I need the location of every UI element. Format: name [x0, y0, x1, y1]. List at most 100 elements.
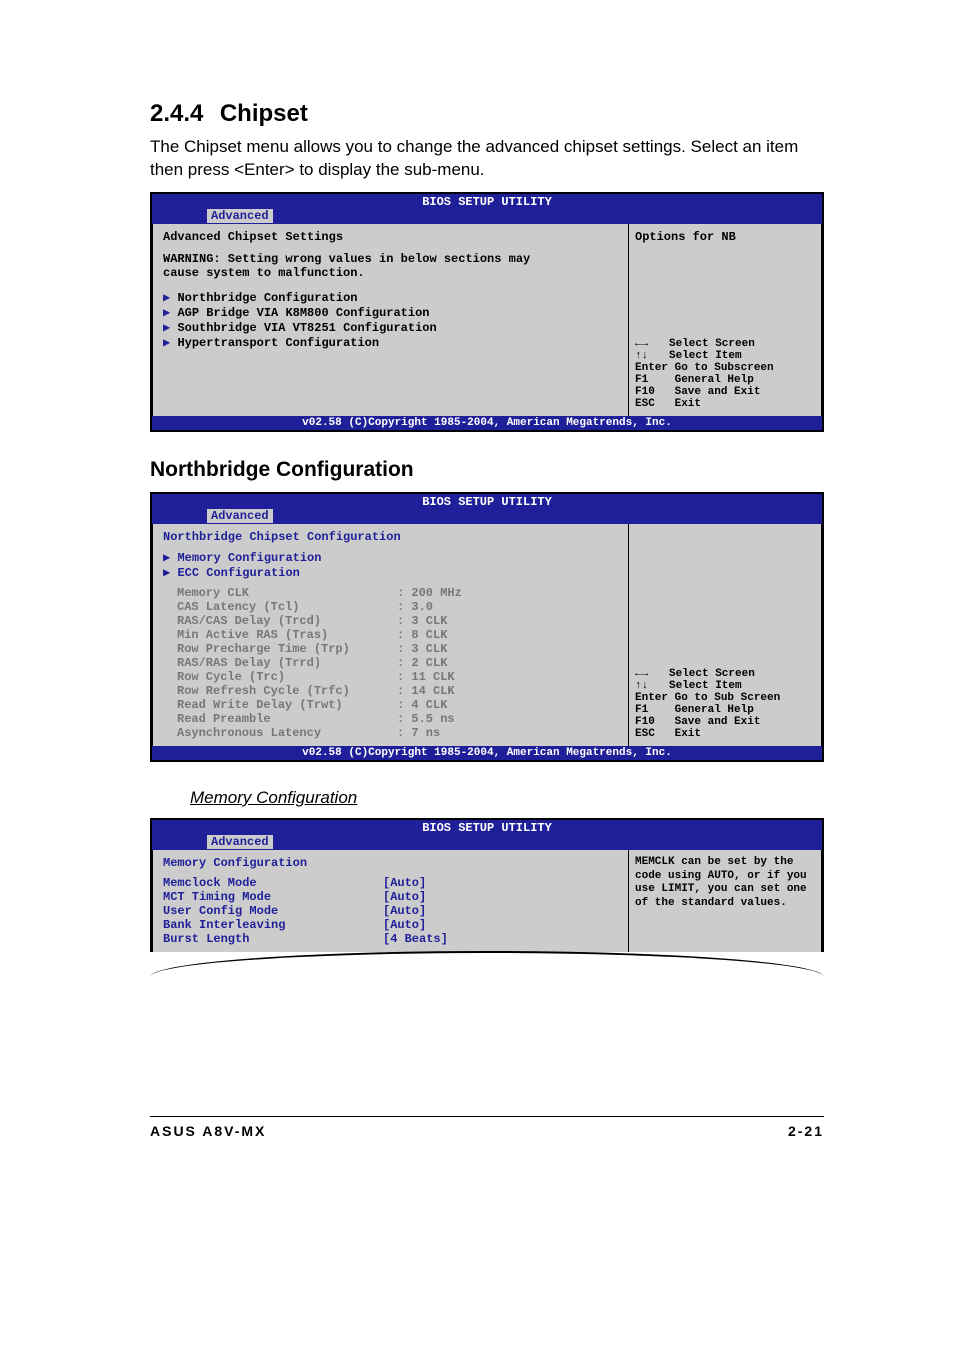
- info-value: : 3.0: [397, 600, 433, 614]
- tab-advanced[interactable]: Advanced: [207, 209, 273, 223]
- info-key: RAS/CAS Delay (Trcd): [163, 614, 397, 628]
- nav-help: ←→Select Screen ↑↓Select Item Enter Go t…: [635, 338, 815, 410]
- info-key: Read Preamble: [163, 712, 397, 726]
- arrow-ud-icon: ↑↓: [635, 680, 669, 692]
- warning-line-2: cause system to malfunction.: [155, 266, 626, 280]
- bios-main-pane: Northbridge Chipset Configuration ▶ Memo…: [152, 524, 629, 746]
- section-number: 2.4.4: [150, 100, 203, 127]
- info-key: Memory CLK: [163, 586, 397, 600]
- info-row: Read Preamble: 5.5 ns: [155, 712, 626, 726]
- setting-row[interactable]: Memclock Mode[Auto]: [155, 876, 626, 890]
- section-title: Chipset: [220, 100, 308, 127]
- info-row: Memory CLK: 200 MHz: [155, 586, 626, 600]
- arrow-lr-icon: ←→: [635, 668, 669, 680]
- info-key: Min Active RAS (Tras): [163, 628, 397, 642]
- nav-help: ←→Select Screen ↑↓Select Item Enter Go t…: [635, 668, 815, 740]
- bios-memory-config-menu: BIOS SETUP UTILITY Advanced Memory Confi…: [150, 818, 824, 952]
- info-value: : 200 MHz: [397, 586, 462, 600]
- submenu-arrow-icon: ▶: [163, 291, 177, 305]
- info-key: CAS Latency (Tcl): [163, 600, 397, 614]
- info-key: Row Refresh Cycle (Trfc): [163, 684, 397, 698]
- info-row: Min Active RAS (Tras): 8 CLK: [155, 628, 626, 642]
- setting-key: Bank Interleaving: [163, 918, 383, 932]
- info-key: Row Precharge Time (Trp): [163, 642, 397, 656]
- help-text: MEMCLK can be set by the code using AUTO…: [635, 856, 815, 911]
- page-footer: ASUS A8V-MX 2-21: [150, 1116, 824, 1139]
- tab-advanced[interactable]: Advanced: [207, 835, 273, 849]
- bios-title: BIOS SETUP UTILITY: [152, 194, 822, 209]
- setting-row[interactable]: User Config Mode[Auto]: [155, 904, 626, 918]
- submenu-arrow-icon: ▶: [163, 566, 177, 580]
- panel-title: Memory Configuration: [155, 856, 626, 870]
- menu-item-northbridge[interactable]: ▶ Northbridge Configuration: [155, 290, 626, 305]
- northbridge-heading: Northbridge Configuration: [150, 458, 824, 482]
- panel-title: Advanced Chipset Settings: [155, 230, 626, 244]
- bios-title: BIOS SETUP UTILITY: [152, 494, 822, 509]
- bios-tabbar: Advanced: [152, 509, 822, 524]
- info-value: : 14 CLK: [397, 684, 455, 698]
- bios-chipset-menu: BIOS SETUP UTILITY Advanced Advanced Chi…: [150, 192, 824, 432]
- setting-row[interactable]: Burst Length[4 Beats]: [155, 932, 626, 946]
- info-key: RAS/RAS Delay (Trrd): [163, 656, 397, 670]
- menu-item-memory-config[interactable]: ▶ Memory Configuration: [155, 550, 626, 565]
- setting-key: Burst Length: [163, 932, 383, 946]
- setting-value: [Auto]: [383, 904, 426, 918]
- bios-copyright: v02.58 (C)Copyright 1985-2004, American …: [152, 416, 822, 430]
- bios-tabbar: Advanced: [152, 209, 822, 224]
- arrow-ud-icon: ↑↓: [635, 350, 669, 362]
- submenu-arrow-icon: ▶: [163, 551, 177, 565]
- bios-main-pane: Memory Configuration Memclock Mode[Auto]…: [152, 850, 629, 952]
- setting-value: [Auto]: [383, 890, 426, 904]
- footer-left: ASUS A8V-MX: [150, 1123, 266, 1139]
- bios-copyright: v02.58 (C)Copyright 1985-2004, American …: [152, 746, 822, 760]
- info-row: Asynchronous Latency: 7 ns: [155, 726, 626, 740]
- page-tear-icon: [150, 952, 824, 976]
- memory-config-heading: Memory Configuration: [190, 788, 824, 808]
- info-value: : 3 CLK: [397, 642, 447, 656]
- info-value: : 8 CLK: [397, 628, 447, 642]
- menu-item-southbridge[interactable]: ▶ Southbridge VIA VT8251 Configuration: [155, 320, 626, 335]
- info-value: : 11 CLK: [397, 670, 455, 684]
- footer-right: 2-21: [788, 1123, 824, 1139]
- setting-value: [Auto]: [383, 876, 426, 890]
- menu-item-hypertransport[interactable]: ▶ Hypertransport Configuration: [155, 335, 626, 350]
- info-value: : 2 CLK: [397, 656, 447, 670]
- setting-key: Memclock Mode: [163, 876, 383, 890]
- arrow-lr-icon: ←→: [635, 338, 669, 350]
- setting-value: [4 Beats]: [383, 932, 448, 946]
- info-row: Row Precharge Time (Trp): 3 CLK: [155, 642, 626, 656]
- warning-line-1: WARNING: Setting wrong values in below s…: [155, 252, 626, 266]
- info-key: Asynchronous Latency: [163, 726, 397, 740]
- help-text: Options for NB: [635, 230, 815, 244]
- setting-row[interactable]: Bank Interleaving[Auto]: [155, 918, 626, 932]
- tab-advanced[interactable]: Advanced: [207, 509, 273, 523]
- panel-title: Northbridge Chipset Configuration: [155, 530, 626, 544]
- bios-main-pane: Advanced Chipset Settings WARNING: Setti…: [152, 224, 629, 416]
- info-row: Row Cycle (Trc): 11 CLK: [155, 670, 626, 684]
- bios-tabbar: Advanced: [152, 835, 822, 850]
- bios-help-pane: Options for NB ←→Select Screen ↑↓Select …: [629, 224, 822, 416]
- bios-help-pane: MEMCLK can be set by the code using AUTO…: [629, 850, 822, 952]
- info-key: Row Cycle (Trc): [163, 670, 397, 684]
- info-value: : 7 ns: [397, 726, 440, 740]
- submenu-arrow-icon: ▶: [163, 321, 177, 335]
- menu-item-agp[interactable]: ▶ AGP Bridge VIA K8M800 Configuration: [155, 305, 626, 320]
- intro-text: The Chipset menu allows you to change th…: [150, 136, 824, 182]
- info-row: RAS/CAS Delay (Trcd): 3 CLK: [155, 614, 626, 628]
- menu-item-ecc-config[interactable]: ▶ ECC Configuration: [155, 565, 626, 580]
- setting-row[interactable]: MCT Timing Mode[Auto]: [155, 890, 626, 904]
- info-value: : 3 CLK: [397, 614, 447, 628]
- submenu-arrow-icon: ▶: [163, 306, 177, 320]
- setting-value: [Auto]: [383, 918, 426, 932]
- setting-key: User Config Mode: [163, 904, 383, 918]
- bios-help-pane: ←→Select Screen ↑↓Select Item Enter Go t…: [629, 524, 822, 746]
- bios-title: BIOS SETUP UTILITY: [152, 820, 822, 835]
- info-key: Read Write Delay (Trwt): [163, 698, 397, 712]
- info-row: CAS Latency (Tcl): 3.0: [155, 600, 626, 614]
- submenu-arrow-icon: ▶: [163, 336, 177, 350]
- section-heading: 2.4.4 Chipset: [150, 100, 824, 128]
- info-row: Row Refresh Cycle (Trfc): 14 CLK: [155, 684, 626, 698]
- setting-key: MCT Timing Mode: [163, 890, 383, 904]
- info-row: Read Write Delay (Trwt): 4 CLK: [155, 698, 626, 712]
- bios-northbridge-menu: BIOS SETUP UTILITY Advanced Northbridge …: [150, 492, 824, 762]
